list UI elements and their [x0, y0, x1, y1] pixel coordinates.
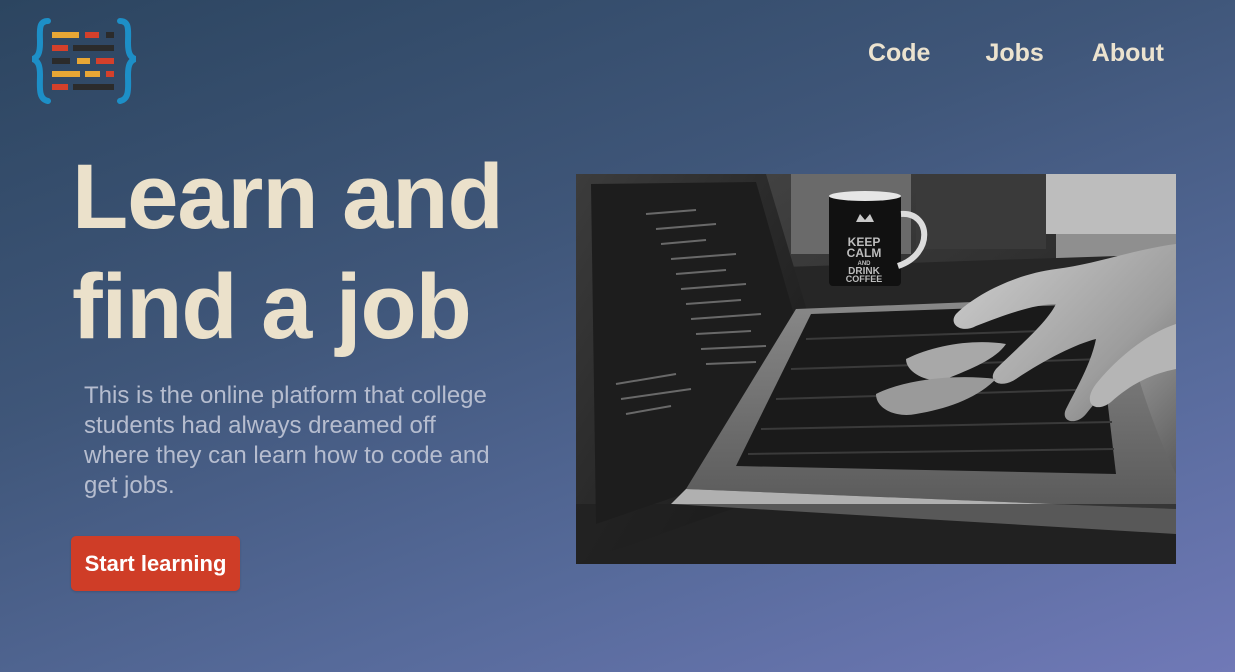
hero-title-line-2: find a job: [72, 256, 472, 358]
start-learning-button[interactable]: Start learning: [71, 536, 240, 591]
mug-text-coffee: COFFEE: [846, 274, 883, 284]
hero-description: This is the online platform that college…: [84, 382, 490, 499]
nav-link-jobs[interactable]: Jobs: [985, 38, 1043, 68]
nav-link-about[interactable]: About: [1092, 38, 1164, 68]
laptop-typing-photo: KEEP CALM AND DRINK COFFEE: [576, 174, 1176, 564]
code-braces-logo-icon: [24, 18, 144, 104]
hero-title: Learn and find a job: [72, 142, 552, 362]
logo[interactable]: [24, 17, 144, 105]
hero-title-line-1: Learn and: [72, 146, 504, 248]
mug-text-calm: CALM: [847, 246, 882, 260]
main-nav: Code Jobs About: [868, 38, 1164, 68]
nav-link-code[interactable]: Code: [868, 38, 931, 68]
hero-image: KEEP CALM AND DRINK COFFEE: [576, 174, 1176, 564]
